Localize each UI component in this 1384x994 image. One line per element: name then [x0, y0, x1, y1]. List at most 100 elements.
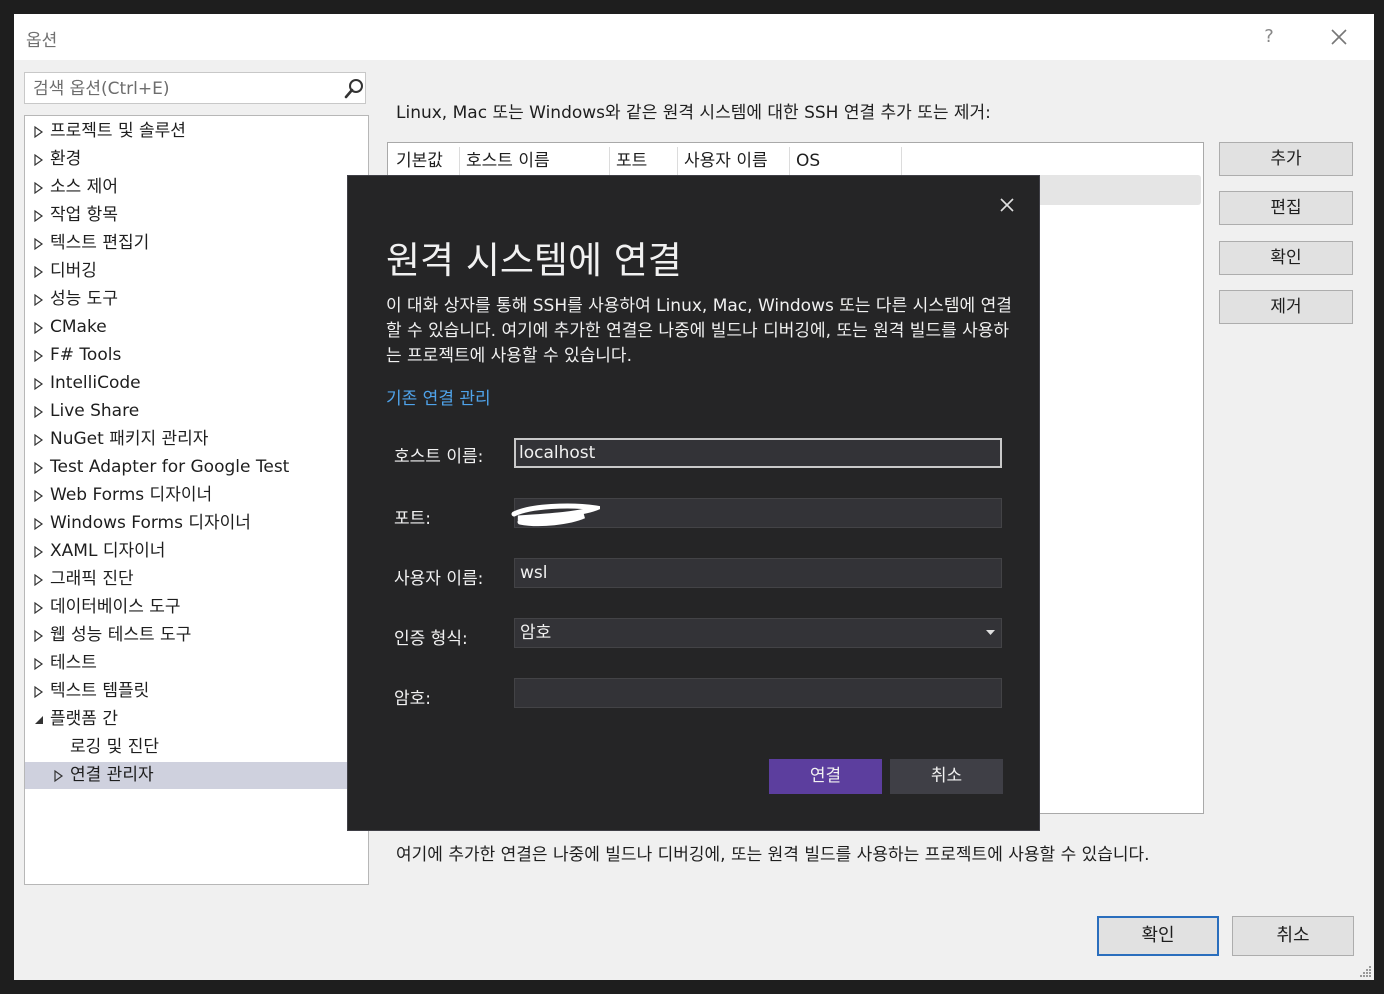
expand-arrow-icon[interactable]	[33, 265, 45, 279]
tree-item[interactable]: XAML 디자이너	[25, 538, 368, 565]
tree-item[interactable]: Live Share	[25, 398, 368, 425]
tree-item[interactable]: 로깅 및 진단	[25, 734, 368, 761]
column-header-hostname[interactable]: 호스트 이름	[460, 147, 610, 175]
expand-arrow-icon[interactable]	[33, 489, 45, 503]
column-header-port[interactable]: 포트	[610, 147, 678, 175]
redaction-scribble	[511, 503, 600, 527]
tree-item-label: 디버깅	[50, 261, 97, 281]
tree-item[interactable]: 디버깅	[25, 258, 368, 285]
dialog-cancel-button[interactable]: 취소	[890, 759, 1003, 794]
verify-button[interactable]: 확인	[1219, 241, 1353, 275]
title-bar: 옵션 ?	[14, 14, 1374, 60]
tree-item-label: IntelliCode	[50, 373, 141, 393]
tree-item[interactable]: IntelliCode	[25, 370, 368, 397]
expand-arrow-icon[interactable]	[33, 461, 45, 475]
expand-arrow-icon[interactable]	[33, 153, 45, 167]
tree-item[interactable]: CMake	[25, 314, 368, 341]
options-tree: 프로젝트 및 솔루션환경소스 제어작업 항목텍스트 편집기디버깅성능 도구 CMa…	[24, 115, 369, 885]
expand-arrow-icon[interactable]	[33, 545, 45, 559]
close-button[interactable]	[1322, 22, 1356, 52]
tree-item[interactable]: F# Tools	[25, 342, 368, 369]
tree-item[interactable]: 환경	[25, 146, 368, 173]
password-label: 암호:	[394, 689, 432, 709]
expand-arrow-icon[interactable]	[33, 349, 45, 363]
expand-arrow-icon[interactable]	[33, 181, 45, 195]
ok-button[interactable]: 확인	[1097, 916, 1219, 956]
cancel-button[interactable]: 취소	[1232, 916, 1354, 956]
tree-item-label: XAML 디자이너	[50, 541, 166, 561]
expand-arrow-icon[interactable]	[33, 209, 45, 223]
expand-arrow-icon[interactable]	[33, 657, 45, 671]
footer-note: 여기에 추가한 연결은 나중에 빌드나 디버깅에, 또는 원격 빌드를 사용하는…	[396, 845, 1150, 865]
column-header-os[interactable]: OS	[790, 147, 902, 175]
expand-arrow-icon[interactable]	[33, 293, 45, 307]
connect-button[interactable]: 연결	[769, 759, 882, 794]
help-button[interactable]: ?	[1254, 22, 1284, 52]
tree-item-label: F# Tools	[50, 345, 122, 365]
tree-item-label: CMake	[50, 317, 107, 337]
edit-button[interactable]: 편집	[1219, 191, 1353, 225]
tree-item[interactable]: 텍스트 템플릿	[25, 678, 368, 705]
add-button[interactable]: 추가	[1219, 142, 1353, 176]
tree-item[interactable]: 그래픽 진단	[25, 566, 368, 593]
column-header-username[interactable]: 사용자 이름	[678, 147, 790, 175]
tree-item-label: 데이터베이스 도구	[50, 597, 181, 617]
tree-item[interactable]: 플랫폼 간	[25, 706, 368, 733]
tree-item[interactable]: 데이터베이스 도구	[25, 594, 368, 621]
dialog-description: 이 대화 상자를 통해 SSH를 사용하여 Linux, Mac, Window…	[386, 296, 1012, 366]
tree-item-label: NuGet 패키지 관리자	[50, 429, 209, 449]
tree-item[interactable]: 웹 성능 테스트 도구	[25, 622, 368, 649]
tree-item-label: 테스트	[50, 653, 97, 673]
username-label: 사용자 이름:	[394, 569, 484, 589]
tree-item-label: 소스 제어	[50, 177, 118, 197]
tree-item-label: 로깅 및 진단	[70, 737, 160, 757]
expand-arrow-icon[interactable]	[33, 377, 45, 391]
tree-item[interactable]: 작업 항목	[25, 202, 368, 229]
tree-item[interactable]: Test Adapter for Google Test	[25, 454, 368, 481]
resize-grip-icon[interactable]	[1358, 964, 1372, 978]
expand-arrow-icon[interactable]	[33, 125, 45, 139]
tree-item-label: 텍스트 편집기	[50, 233, 150, 253]
remove-button[interactable]: 제거	[1219, 290, 1353, 324]
tree-item-label: Test Adapter for Google Test	[50, 457, 290, 477]
search-box[interactable]	[24, 72, 366, 104]
tree-item[interactable]: 프로젝트 및 솔루션	[25, 118, 368, 145]
tree-item[interactable]: 성능 도구	[25, 286, 368, 313]
auth-type-select[interactable]: 암호	[514, 618, 1002, 648]
tree-item[interactable]: 텍스트 편집기	[25, 230, 368, 257]
expand-arrow-icon[interactable]	[53, 769, 65, 783]
expand-arrow-icon[interactable]	[33, 629, 45, 643]
tree-item-label: 환경	[50, 149, 82, 169]
close-icon	[1331, 29, 1347, 45]
password-input[interactable]	[514, 678, 1002, 708]
username-input[interactable]: wsl	[514, 558, 1002, 588]
expanded-arrow-icon[interactable]	[33, 713, 45, 727]
tree-item[interactable]: 테스트	[25, 650, 368, 677]
expand-arrow-icon[interactable]	[33, 237, 45, 251]
expand-arrow-icon[interactable]	[33, 517, 45, 531]
tree-item-label: 텍스트 템플릿	[50, 681, 150, 701]
search-icon[interactable]	[343, 78, 365, 100]
expand-arrow-icon[interactable]	[33, 685, 45, 699]
tree-item-label: Windows Forms 디자이너	[50, 513, 251, 533]
tree-item[interactable]: NuGet 패키지 관리자	[25, 426, 368, 453]
manage-connections-link[interactable]: 기존 연결 관리	[386, 384, 491, 409]
tree-item-label: Live Share	[50, 401, 140, 421]
close-icon[interactable]	[996, 194, 1018, 216]
search-input[interactable]	[31, 76, 335, 102]
tree-item-label: 웹 성능 테스트 도구	[50, 625, 192, 645]
main-description: Linux, Mac 또는 Windows와 같은 원격 시스템에 대한 SSH…	[396, 103, 991, 123]
expand-arrow-icon[interactable]	[33, 321, 45, 335]
tree-item[interactable]: 소스 제어	[25, 174, 368, 201]
host-input[interactable]: localhost	[514, 438, 1002, 468]
tree-item[interactable]: Web Forms 디자이너	[25, 482, 368, 509]
expand-arrow-icon[interactable]	[33, 433, 45, 447]
expand-arrow-icon[interactable]	[33, 601, 45, 615]
expand-arrow-icon[interactable]	[33, 405, 45, 419]
port-label: 포트:	[394, 509, 432, 529]
column-header-default[interactable]: 기본값	[390, 147, 460, 175]
tree-item[interactable]: 연결 관리자	[25, 762, 368, 789]
tree-item[interactable]: Windows Forms 디자이너	[25, 510, 368, 537]
expand-arrow-icon[interactable]	[33, 573, 45, 587]
tree-item-label: 연결 관리자	[70, 765, 154, 785]
